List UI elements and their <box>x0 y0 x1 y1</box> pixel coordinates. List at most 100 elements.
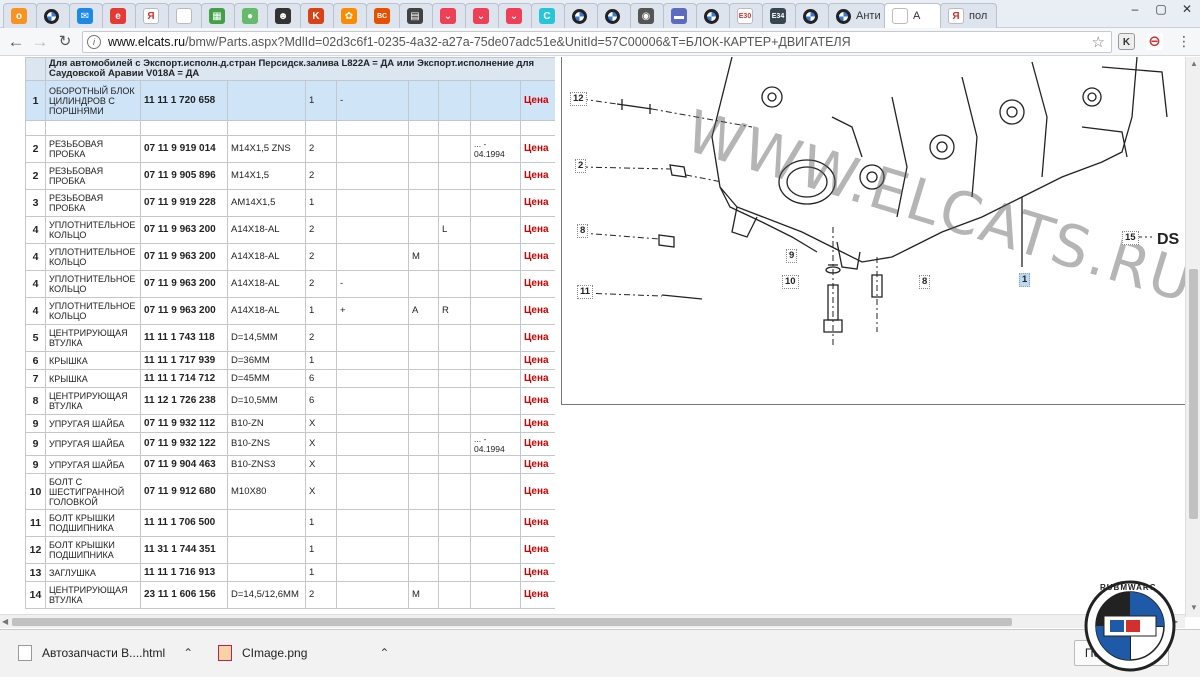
minimize-icon[interactable]: – <box>1122 0 1148 22</box>
browser-tab[interactable]: E30 <box>729 3 763 28</box>
table-row[interactable]: 2 РЕЗЬБОВАЯ ПРОБКА 07 11 9 905 896 M14X1,5 2… <box>25 162 555 190</box>
price-link[interactable]: Цена <box>519 324 555 352</box>
callout-11[interactable]: 11 <box>577 285 594 299</box>
close-icon[interactable]: ✕ <box>1174 0 1200 22</box>
part-number-cell[interactable]: 07 11 9 912 680 <box>140 473 228 510</box>
chevron-up-icon[interactable]: ⌃ <box>379 646 389 660</box>
price-link[interactable]: Цена <box>519 414 555 433</box>
browser-tab[interactable]: А <box>884 3 941 28</box>
table-row[interactable]: 12 БОЛТ КРЫШКИ ПОДШИПНИКА 11 31 1 744 351 1… <box>25 536 555 564</box>
table-row[interactable] <box>25 120 555 136</box>
table-row[interactable]: 5 ЦЕНТРИРУЮЩАЯ ВТУЛКА 11 11 1 743 118 D=14,… <box>25 324 555 352</box>
browser-tab[interactable] <box>696 3 730 28</box>
callout-15[interactable]: 15 <box>1122 231 1139 245</box>
callout-1[interactable]: 1 <box>1019 273 1031 287</box>
browser-tab[interactable]: BC <box>366 3 400 28</box>
price-link[interactable]: Цена <box>519 162 555 190</box>
table-row[interactable]: 4 УПЛОТНИТЕЛЬНОЕ КОЛЬЦО 07 11 9 963 200 A14… <box>25 297 555 325</box>
part-number-cell[interactable]: 07 11 9 919 228 <box>140 189 228 217</box>
price-link[interactable]: Цена <box>519 216 555 244</box>
callout-8[interactable]: 8 <box>577 224 589 238</box>
table-row[interactable]: 7 КРЫШКА 11 11 1 714 712 D=45MM 6 Цена <box>25 369 555 388</box>
table-row[interactable]: 9 УПРУГАЯ ШАЙБА 07 11 9 932 122 B10-ZNS X...… <box>25 432 555 456</box>
browser-tab[interactable] <box>168 3 202 28</box>
maximize-icon[interactable]: ▢ <box>1148 0 1174 22</box>
forward-icon[interactable]: → <box>30 32 50 52</box>
table-row[interactable]: 3 РЕЗЬБОВАЯ ПРОБКА 07 11 9 919 228 AM14X1,5… <box>25 189 555 217</box>
price-link[interactable]: Цена <box>519 189 555 217</box>
table-row[interactable]: 1 ОБОРОТНЫЙ БЛОК ЦИЛИНДРОВ С ПОРШНЯМИ 11 1… <box>25 80 555 121</box>
price-link[interactable]: Цена <box>519 243 555 271</box>
part-number-cell[interactable]: 07 11 9 932 122 <box>140 432 228 456</box>
chevron-up-icon[interactable]: ⌃ <box>183 646 193 660</box>
browser-tab[interactable] <box>795 3 829 28</box>
address-bar[interactable]: i www.elcats.ru/bmw/Parts.aspx?MdlId=02d… <box>82 31 1112 53</box>
part-number-cell[interactable]: 11 11 1 717 939 <box>140 351 228 370</box>
price-link[interactable]: Цена <box>519 536 555 564</box>
browser-tab[interactable]: ⌄ <box>498 3 532 28</box>
price-link[interactable]: Цена <box>519 473 555 510</box>
browser-tab[interactable]: C <box>531 3 565 28</box>
reload-icon[interactable]: ↻ <box>55 32 75 52</box>
part-number-cell[interactable]: 07 11 9 905 896 <box>140 162 228 190</box>
callout-10[interactable]: 10 <box>782 275 799 289</box>
browser-tab[interactable] <box>597 3 631 28</box>
browser-tab[interactable]: ☻ <box>267 3 301 28</box>
browser-tab[interactable]: ▤ <box>399 3 433 28</box>
part-number-cell[interactable]: 11 11 1 716 913 <box>140 563 228 582</box>
horizontal-scrollbar[interactable]: ◀ ▶ <box>0 614 1185 628</box>
table-row[interactable]: 9 УПРУГАЯ ШАЙБА 07 11 9 932 112 B10-ZN X Цена <box>25 414 555 433</box>
price-link[interactable]: Цена <box>519 387 555 415</box>
table-row[interactable]: 6 КРЫШКА 11 11 1 717 939 D=36MM 1 Цена <box>25 351 555 370</box>
part-number-cell[interactable] <box>140 120 228 136</box>
browser-tab[interactable]: Япол <box>940 3 997 28</box>
price-link[interactable]: Цена <box>519 270 555 298</box>
price-link[interactable]: Цена <box>519 581 555 609</box>
part-number-cell[interactable]: 11 11 1 720 658 <box>140 80 228 121</box>
part-number-cell[interactable]: 11 11 1 743 118 <box>140 324 228 352</box>
table-row[interactable]: 14 ЦЕНТРИРУЮЩАЯ ВТУЛКА 23 11 1 606 156 D=14… <box>25 581 555 609</box>
part-number-cell[interactable]: 07 11 9 932 112 <box>140 414 228 433</box>
download-item-png[interactable]: CImage.png ⌃ <box>218 640 389 666</box>
menu-icon[interactable]: ⋮ <box>1174 32 1194 52</box>
part-number-cell[interactable]: 07 11 9 963 200 <box>140 243 228 271</box>
table-row[interactable]: 8 ЦЕНТРИРУЮЩАЯ ВТУЛКА 11 12 1 726 238 D=10,… <box>25 387 555 415</box>
browser-tab[interactable]: Я <box>135 3 169 28</box>
browser-tab[interactable]: E34 <box>762 3 796 28</box>
browser-tab[interactable]: ✉ <box>69 3 103 28</box>
download-item-html[interactable]: Автозапчасти В....html ⌃ <box>18 640 193 666</box>
part-number-cell[interactable]: 11 12 1 726 238 <box>140 387 228 415</box>
browser-tab[interactable]: ● <box>234 3 268 28</box>
price-link[interactable]: Цена <box>519 297 555 325</box>
callout-12[interactable]: 12 <box>570 92 587 106</box>
back-icon[interactable]: ← <box>6 32 26 52</box>
browser-tab[interactable]: о <box>3 3 37 28</box>
table-row[interactable]: 10 БОЛТ С ШЕСТИГРАННОЙ ГОЛОВКОЙ 07 11 9 91… <box>25 473 555 510</box>
table-row[interactable]: 4 УПЛОТНИТЕЛЬНОЕ КОЛЬЦО 07 11 9 963 200 A14… <box>25 216 555 244</box>
part-number-cell[interactable]: 07 11 9 904 463 <box>140 455 228 474</box>
part-number-cell[interactable]: 11 31 1 744 351 <box>140 536 228 564</box>
record-ext-icon[interactable]: ⊖ <box>1146 33 1163 50</box>
table-row[interactable]: 4 УПЛОТНИТЕЛЬНОЕ КОЛЬЦО 07 11 9 963 200 A14… <box>25 270 555 298</box>
vertical-scroll-thumb[interactable] <box>1189 269 1198 519</box>
browser-tab[interactable]: e <box>102 3 136 28</box>
price-link[interactable]: Цена <box>519 432 555 456</box>
table-row[interactable]: 9 УПРУГАЯ ШАЙБА 07 11 9 904 463 B10-ZNS3 X Це… <box>25 455 555 474</box>
part-number-cell[interactable]: 23 11 1 606 156 <box>140 581 228 609</box>
price-link[interactable]: Цена <box>519 563 555 582</box>
table-row[interactable]: 11 БОЛТ КРЫШКИ ПОДШИПНИКА 11 11 1 706 500 1… <box>25 509 555 537</box>
browser-tab[interactable]: ◉ <box>630 3 664 28</box>
callout-8b[interactable]: 8 <box>919 275 931 289</box>
browser-tab[interactable]: ⌄ <box>465 3 499 28</box>
price-link[interactable]: Цена <box>519 369 555 388</box>
table-row[interactable]: 13 ЗАГЛУШКА 11 11 1 716 913 1 Цена <box>25 563 555 582</box>
horizontal-scroll-thumb[interactable] <box>12 618 1012 626</box>
browser-tab[interactable]: ▦ <box>201 3 235 28</box>
price-link[interactable] <box>519 120 555 136</box>
browser-tab[interactable]: ⌄ <box>432 3 466 28</box>
part-number-cell[interactable]: 11 11 1 706 500 <box>140 509 228 537</box>
price-link[interactable]: Цена <box>519 80 555 121</box>
callout-2[interactable]: 2 <box>575 159 587 173</box>
part-number-cell[interactable]: 07 11 9 919 014 <box>140 135 228 163</box>
browser-tab[interactable] <box>564 3 598 28</box>
